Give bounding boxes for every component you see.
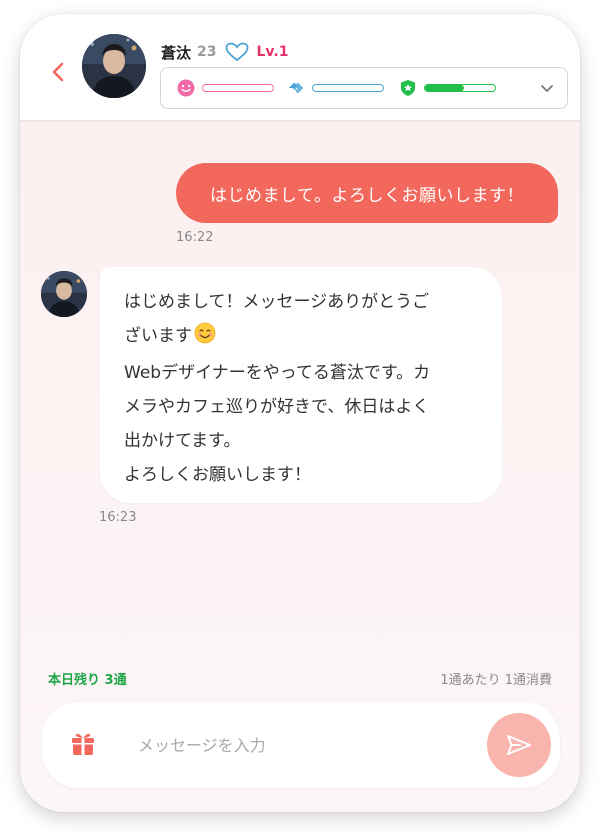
smiling-face-emoji-icon [194,322,216,356]
incoming-message-line: 出かけてます。 [124,431,241,451]
outgoing-message-text: はじめまして。よろしくお願いします！ [210,185,524,206]
profile-avatar[interactable] [82,34,146,98]
chevron-left-icon [52,62,64,82]
send-button[interactable] [487,713,551,777]
chevron-down-icon [541,85,553,92]
trust-bar [312,84,384,92]
message-input[interactable] [138,724,468,766]
incoming-message-line: はじめまして！メッセージありがとうご [124,292,430,312]
incoming-message-line: ざいます [124,319,478,356]
back-button[interactable] [46,60,70,84]
shield-star-icon [399,79,417,97]
chat-screen: 蒼汰 23 Lv.1 はじめまして。よろしくお願いします！ 16:22 はじめま… [20,14,580,812]
expand-stats-button[interactable] [539,80,555,96]
outgoing-message-time: 16:22 [176,230,214,245]
message-cost: 1通あたり 1通消費 [440,673,552,688]
send-icon [507,735,531,755]
gift-icon [72,733,94,755]
profile-name: 蒼汰 [161,43,192,62]
outgoing-message: はじめまして。よろしくお願いします！ [176,163,558,223]
level-badge: Lv.1 [256,44,289,60]
message-composer [42,702,560,788]
incoming-message-line: メラやカフェ巡りが好きで、休日はよく [124,397,430,417]
avatar-photo [82,34,146,98]
relationship-stats[interactable] [160,67,568,109]
incoming-message-line: よろしくお願いします！ [124,465,311,485]
handshake-icon [287,79,305,97]
affection-bar [202,84,274,92]
incoming-message-time: 16:23 [99,510,137,525]
profile-age: 23 [197,44,217,60]
incoming-message-line: Webデザイナーをやってる蒼汰です。カ [124,363,431,383]
incoming-message-line-text: ざいます [124,326,192,346]
profile-summary: 蒼汰 23 Lv.1 [161,41,288,63]
safety-bar-fill [425,85,464,91]
stat-safety [399,68,496,108]
heart-icon [225,42,248,62]
gift-button[interactable] [70,731,96,757]
stat-trust [287,68,384,108]
avatar-photo [41,271,87,317]
sender-avatar[interactable] [41,271,87,317]
remaining-messages: 本日残り 3通 [48,673,127,688]
stat-affection [177,68,274,108]
chat-header: 蒼汰 23 Lv.1 [20,14,580,122]
safety-bar [424,84,496,92]
incoming-message: はじめまして！メッセージありがとうご ざいます Webデザイナーをやってる蒼汰で… [100,267,502,503]
smile-icon [177,79,195,97]
like-button[interactable] [225,42,249,62]
